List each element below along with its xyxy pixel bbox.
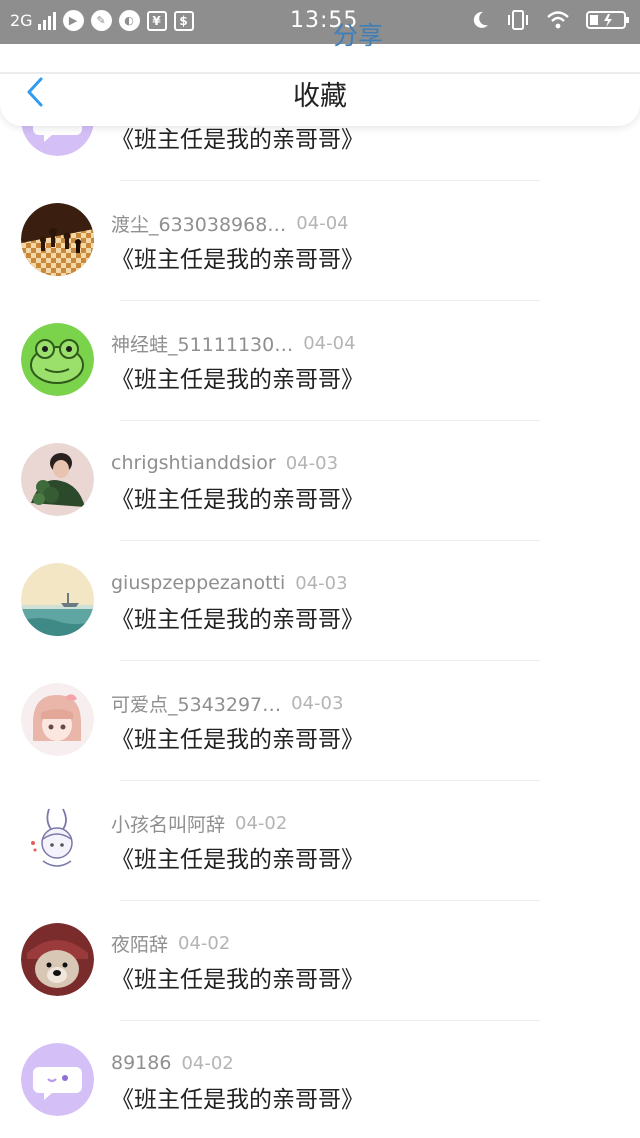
- book-title[interactable]: 《班主任是我的亲哥哥》: [111, 720, 364, 754]
- book-title[interactable]: 《班主任是我的亲哥哥》: [111, 600, 364, 634]
- moon-icon: [473, 11, 488, 28]
- book-title[interactable]: 《班主任是我的亲哥哥》: [111, 960, 364, 994]
- chess-avatar[interactable]: [21, 203, 94, 276]
- bunny-sketch-avatar[interactable]: [21, 803, 94, 876]
- username[interactable]: chrigshtianddsior: [111, 452, 276, 474]
- date: 04-02: [181, 1052, 234, 1074]
- username[interactable]: 夜陌辞: [111, 930, 168, 957]
- status-bar: 2G ▶ ✎ ◐ ¥ $ 13:55: [0, 0, 640, 44]
- username[interactable]: 渡尘_633038968…: [111, 210, 286, 237]
- username[interactable]: 神经蛙_51111130…: [111, 330, 293, 357]
- item-meta: 可爱点_5343297… 04-03: [111, 690, 343, 716]
- play-icon: ▶: [62, 10, 84, 31]
- girl-plant-avatar[interactable]: [21, 443, 94, 516]
- anime-girl-avatar[interactable]: [21, 683, 94, 756]
- palette-icon: ✎: [90, 10, 112, 31]
- date: 04-02: [235, 812, 288, 834]
- list-item[interactable]: giuspzeppezanotti 04-03 《班主任是我的亲哥哥》: [0, 540, 640, 660]
- username[interactable]: 89186: [111, 1052, 171, 1074]
- date: 04-03: [285, 452, 339, 474]
- item-meta: 小孩名叫阿辞 04-02: [111, 810, 287, 836]
- sea-ship-avatar[interactable]: [21, 563, 94, 636]
- date: 04-04: [303, 332, 356, 354]
- list-item[interactable]: chrigshtianddsior 04-03 《班主任是我的亲哥哥》: [0, 420, 640, 540]
- item-meta: 夜陌辞 04-02: [111, 930, 230, 956]
- list-item[interactable]: 渡尘_633038968… 04-04 《班主任是我的亲哥哥》: [0, 180, 640, 300]
- username[interactable]: 可爱点_5343297…: [111, 690, 281, 717]
- book-title[interactable]: 《班主任是我的亲哥哥》: [111, 360, 364, 394]
- dog-avatar[interactable]: [21, 923, 94, 996]
- status-right: [470, 9, 630, 31]
- wallet-icon: $: [173, 10, 194, 31]
- date: 04-03: [291, 692, 344, 714]
- book-title[interactable]: 《班主任是我的亲哥哥》: [111, 840, 364, 874]
- list-item[interactable]: 夜陌辞 04-02 《班主任是我的亲哥哥》: [0, 900, 640, 1020]
- cash-icon: ¥: [146, 10, 167, 31]
- item-meta: 渡尘_633038968… 04-04: [111, 210, 349, 236]
- battery-icon: [586, 11, 629, 29]
- nav-header: 收藏: [0, 44, 640, 126]
- signal-icon: [37, 11, 56, 30]
- browser-icon: ◐: [118, 10, 140, 31]
- username[interactable]: 小孩名叫阿辞: [111, 810, 225, 837]
- list-item[interactable]: 神经蛙_51111130… 04-04 《班主任是我的亲哥哥》: [0, 300, 640, 420]
- book-title[interactable]: 《班主任是我的亲哥哥》: [111, 480, 364, 514]
- list-item[interactable]: 可爱点_5343297… 04-03 《班主任是我的亲哥哥》: [0, 660, 640, 780]
- item-meta: 89186 04-02: [111, 1050, 234, 1076]
- chat-bubble-avatar[interactable]: [21, 1043, 94, 1116]
- share-label[interactable]: 分享: [333, 16, 383, 52]
- item-meta: chrigshtianddsior 04-03: [111, 450, 338, 476]
- date: 04-03: [295, 572, 348, 594]
- page-title: 收藏: [293, 81, 347, 112]
- wifi-icon: [547, 11, 569, 29]
- username[interactable]: giuspzeppezanotti: [111, 572, 285, 594]
- frog-avatar[interactable]: [21, 323, 94, 396]
- book-title[interactable]: 《班主任是我的亲哥哥》: [111, 240, 364, 274]
- vibrate-icon: [508, 10, 528, 30]
- list-item[interactable]: 89186 04-02 《班主任是我的亲哥哥》: [0, 1020, 640, 1138]
- item-meta: giuspzeppezanotti 04-03: [111, 570, 348, 596]
- book-title[interactable]: 《班主任是我的亲哥哥》: [111, 1080, 364, 1114]
- date: 04-04: [296, 212, 349, 234]
- date: 04-02: [178, 932, 231, 954]
- item-meta: 神经蛙_51111130… 04-04: [111, 330, 356, 356]
- status-left: 2G ▶ ✎ ◐ ¥ $: [10, 10, 194, 31]
- network-type: 2G: [10, 11, 33, 30]
- list-item[interactable]: 小孩名叫阿辞 04-02 《班主任是我的亲哥哥》: [0, 780, 640, 900]
